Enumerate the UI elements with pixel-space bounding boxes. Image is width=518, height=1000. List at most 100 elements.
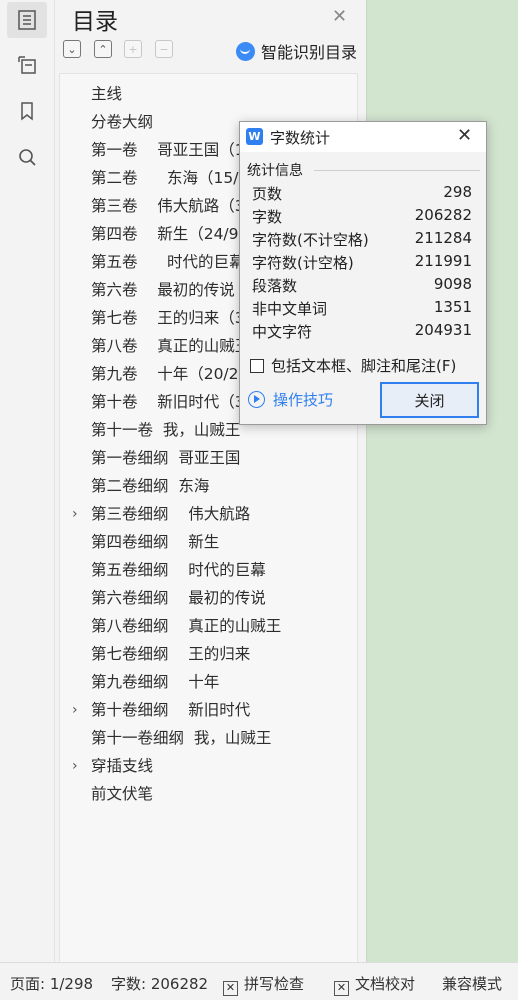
- chevron-right-icon[interactable]: ›: [72, 696, 78, 724]
- stat-value: 1351: [433, 298, 472, 316]
- close-icon[interactable]: ✕: [332, 6, 347, 27]
- toc-item-label: 第八卷细纲 真正的山贼王: [91, 617, 282, 635]
- toc-item-label: 第十一卷细纲 我，山贼王: [91, 729, 272, 747]
- close-button[interactable]: 关闭: [380, 382, 479, 418]
- toc-item-label: 分卷大纲: [91, 113, 154, 131]
- toc-item[interactable]: 第八卷细纲 真正的山贼王: [60, 612, 357, 640]
- toc-item[interactable]: › 穿插支线: [60, 752, 357, 780]
- collapse-all-button[interactable]: ⌃: [94, 40, 112, 58]
- stat-row: 段落数 9098: [252, 275, 472, 298]
- toc-item[interactable]: 前文伏笔: [60, 780, 357, 808]
- toc-item-label: 第九卷细纲 十年: [91, 673, 220, 691]
- toc-item[interactable]: 第七卷细纲 王的归来: [60, 640, 357, 668]
- toc-item-label: 第七卷 王的归来（30: [91, 309, 255, 327]
- include-textbox-checkbox[interactable]: 包括文本框、脚注和尾注(F): [250, 355, 456, 376]
- smart-toc-button[interactable]: 智能识别目录: [236, 39, 357, 63]
- stat-value: 211284: [414, 229, 472, 247]
- toc-item-label: 第一卷 哥亚王国（14: [91, 141, 255, 159]
- toc-item-label: 第五卷 时代的巨幕: [91, 253, 245, 271]
- toc-item[interactable]: 第四卷细纲 新生: [60, 528, 357, 556]
- compat-mode-label: 兼容模式: [442, 975, 503, 993]
- stat-label: 段落数: [252, 277, 298, 295]
- smart-toc-icon: [236, 41, 255, 61]
- toc-item-label: 主线: [91, 85, 123, 103]
- stat-row: 字符数(不计空格) 211284: [252, 229, 472, 252]
- stat-value: 206282: [414, 206, 472, 224]
- toc-item[interactable]: 主线: [60, 80, 357, 108]
- toc-item-label: 第四卷细纲 新生: [91, 533, 220, 551]
- toc-item-label: 第六卷细纲 最初的传说: [91, 589, 266, 607]
- toc-item-label: 穿插支线: [91, 757, 154, 775]
- toc-item-label: 第三卷细纲 伟大航路: [91, 505, 251, 523]
- checkbox-label: 包括文本框、脚注和尾注(F): [271, 357, 457, 375]
- toc-item-label: 第三卷 伟大航路（38: [91, 197, 255, 215]
- stat-value: 298: [443, 183, 472, 201]
- group-divider: [314, 170, 480, 171]
- toc-item-label: 第六卷 最初的传说: [91, 281, 235, 299]
- toc-icon[interactable]: [7, 2, 47, 38]
- toc-item-label: 第二卷细纲 东海: [91, 477, 210, 495]
- spell-check-button[interactable]: ✕ 拼写检查: [223, 973, 304, 996]
- toc-item[interactable]: 第二卷细纲 东海: [60, 472, 357, 500]
- stat-row: 字符数(计空格) 211991: [252, 252, 472, 275]
- add-heading-button[interactable]: +: [124, 40, 142, 58]
- spell-check-label: 拼写检查: [244, 975, 305, 993]
- dialog-titlebar[interactable]: W 字数统计 ✕: [240, 122, 486, 152]
- toc-item-label: 第四卷 新生（24/91: [91, 225, 249, 243]
- chevron-right-icon[interactable]: ›: [72, 500, 78, 528]
- expand-all-button[interactable]: ⌄: [63, 40, 81, 58]
- stat-value: 9098: [433, 275, 472, 293]
- remove-heading-button[interactable]: −: [155, 40, 173, 58]
- panel-title: 目录: [72, 9, 118, 35]
- chevron-right-icon[interactable]: ›: [72, 752, 78, 780]
- smart-toc-label: 智能识别目录: [261, 43, 358, 62]
- navigation-icon[interactable]: [7, 47, 47, 83]
- stat-label: 页数: [252, 185, 283, 203]
- stat-label: 非中文单词: [252, 300, 328, 318]
- toc-item-label: 第五卷细纲 时代的巨幕: [91, 561, 266, 579]
- spell-check-icon: ✕: [223, 981, 238, 996]
- page-indicator[interactable]: 页面: 1/298: [10, 973, 93, 994]
- tips-label: 操作技巧: [273, 391, 334, 409]
- toc-item-label: 前文伏笔: [91, 785, 154, 803]
- word-count-dialog: W 字数统计 ✕ 统计信息 页数 298 字数 206282 字符数(不计空格) 2112…: [239, 121, 487, 425]
- side-rail: [0, 0, 55, 962]
- toc-item[interactable]: › 第三卷细纲 伟大航路: [60, 500, 357, 528]
- toc-item-label: 第一卷细纲 哥亚王国: [91, 449, 241, 467]
- search-icon[interactable]: [7, 139, 47, 175]
- toc-item-label: 第二卷 东海（15/2: [91, 169, 249, 187]
- stat-label: 中文字符: [252, 323, 313, 341]
- stats-group-label: 统计信息: [247, 163, 303, 179]
- stat-row: 字数 206282: [252, 206, 472, 229]
- toc-item[interactable]: 第一卷细纲 哥亚王国: [60, 444, 357, 472]
- stat-row: 页数 298: [252, 183, 472, 206]
- stat-label: 字符数(不计空格): [252, 231, 369, 249]
- toc-item[interactable]: 第五卷细纲 时代的巨幕: [60, 556, 357, 584]
- wps-logo-icon: W: [246, 128, 263, 145]
- word-count-indicator[interactable]: 字数: 206282: [111, 973, 208, 994]
- toc-item[interactable]: 第十一卷细纲 我，山贼王: [60, 724, 357, 752]
- toc-item[interactable]: 第六卷细纲 最初的传说: [60, 584, 357, 612]
- bookmark-icon[interactable]: [7, 93, 47, 129]
- toc-item-label: 第八卷 真正的山贼王: [91, 337, 251, 355]
- doc-proof-icon: ✕: [334, 981, 349, 996]
- toc-item-label: 第九卷 十年（20/23: [91, 365, 249, 383]
- play-icon: [248, 391, 265, 408]
- toc-item-label: 第十卷 新旧时代（39: [91, 393, 255, 411]
- close-icon[interactable]: ✕: [457, 125, 472, 146]
- checkbox-box[interactable]: [250, 358, 264, 373]
- stat-value: 211991: [414, 252, 472, 270]
- stat-row: 中文字符 204931: [252, 321, 472, 344]
- dialog-title: 字数统计: [270, 129, 331, 147]
- status-bar: 页面: 1/298 字数: 206282 ✕ 拼写检查 ✕ 文档校对 兼容模式: [0, 962, 518, 1000]
- toc-item[interactable]: 第九卷细纲 十年: [60, 668, 357, 696]
- stat-label: 字符数(计空格): [252, 254, 354, 272]
- stat-value: 204931: [414, 321, 472, 339]
- toc-item[interactable]: › 第十卷细纲 新旧时代: [60, 696, 357, 724]
- doc-proof-label: 文档校对: [355, 975, 416, 993]
- stat-row: 非中文单词 1351: [252, 298, 472, 321]
- toc-item-label: 第七卷细纲 王的归来: [91, 645, 251, 663]
- doc-proof-button[interactable]: ✕ 文档校对: [334, 973, 415, 996]
- stat-label: 字数: [252, 208, 283, 226]
- tips-link[interactable]: 操作技巧: [248, 389, 333, 410]
